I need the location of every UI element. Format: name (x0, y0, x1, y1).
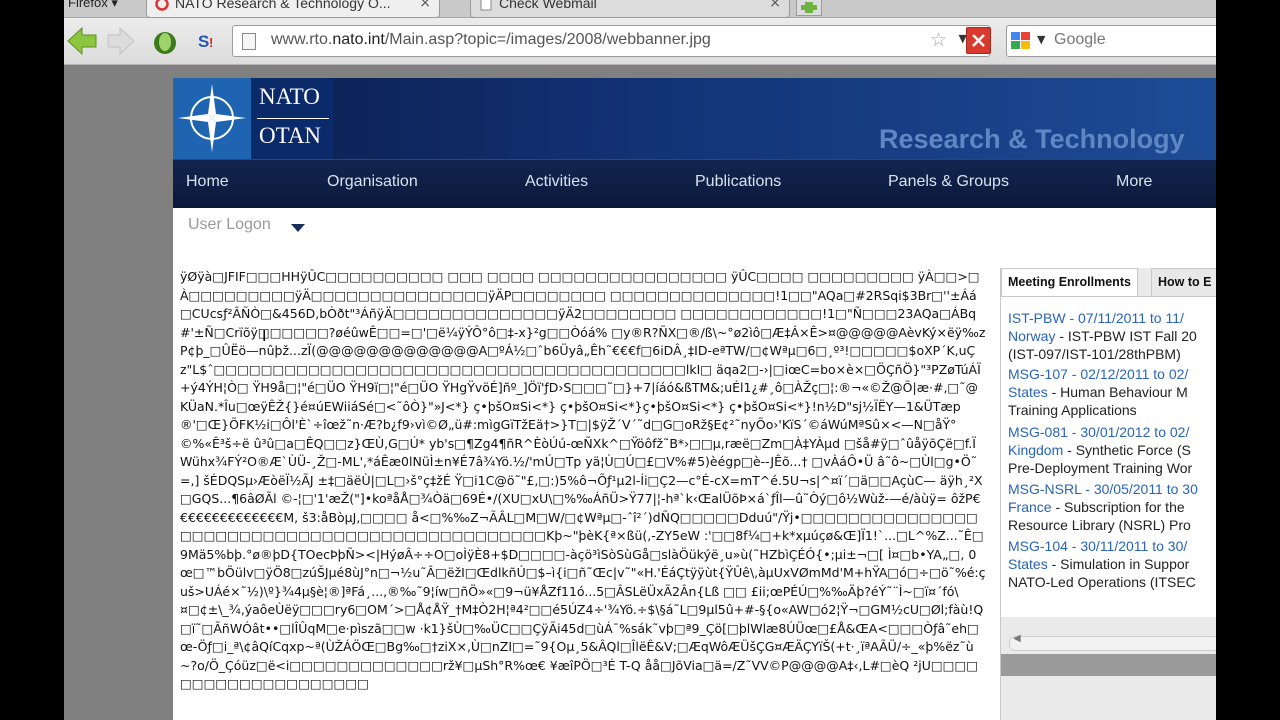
logo-nato-text: NATO (259, 84, 320, 109)
meeting-link[interactable]: MSG-081 - 30/01/2012 to 02/ (1008, 424, 1189, 440)
main-nav: Home Organisation Activities Publication… (173, 159, 1216, 208)
meeting-desc-cont: NATO-Led Operations (ITSEC (1008, 574, 1196, 590)
meeting-link[interactable]: MSG-107 - 02/12/2011 to 02/ (1008, 366, 1188, 382)
firefox-menu-button[interactable]: Firefox ▾ (68, 0, 118, 11)
nav-more[interactable]: More (1116, 173, 1152, 191)
bookmark-star-icon[interactable]: ☆ (930, 29, 947, 51)
svg-text:!: ! (209, 35, 213, 50)
logo-divider (257, 118, 329, 119)
url-bar[interactable]: www.rto.nato.int/Main.asp?topic=/images/… (232, 25, 990, 57)
list-item: MSG-081 - 30/01/2012 to 02/ Kingdom - Sy… (1008, 423, 1192, 477)
binary-image-text: ÿØÿà□JFIF□□□HHÿÛC□□□□□□□□□□ □□□ □□□□ □□□… (180, 269, 986, 691)
meeting-desc: - IST-PBW IST Fall 20 (1055, 328, 1197, 344)
meeting-desc-cont: Pre-Deployment Training Wor (1008, 460, 1193, 476)
nav-organisation[interactable]: Organisation (327, 173, 418, 191)
meeting-desc-cont: (IST-097/IST-101/28thPBM) (1008, 346, 1181, 362)
tab-how-to[interactable]: How to E (1151, 268, 1216, 297)
panel-footer (1001, 654, 1216, 676)
tab-webmail[interactable]: Check Webmail × (470, 0, 790, 18)
stop-button[interactable] (966, 27, 991, 54)
logon-dropdown-icon[interactable] (291, 224, 305, 232)
svg-text:S: S (198, 32, 209, 51)
meeting-link[interactable]: MSG-NSRL - 30/05/2011 to 30 (1008, 481, 1198, 497)
meeting-desc-cont: Training Applications (1008, 402, 1137, 418)
url-text[interactable]: www.rto.nato.int/Main.asp?topic=/images/… (271, 31, 711, 49)
page-favicon-icon (480, 0, 492, 11)
green-leaf-addon-icon[interactable] (150, 26, 180, 56)
country-link[interactable]: Norway (1008, 328, 1055, 344)
list-item: MSG-104 - 30/11/2011 to 30/ States - Sim… (1008, 537, 1196, 591)
tab-title: NATO Research & Technology O... (175, 0, 391, 11)
nav-activities[interactable]: Activities (525, 173, 588, 191)
search-placeholder[interactable]: Google (1054, 31, 1106, 49)
nav-publications[interactable]: Publications (695, 173, 781, 191)
country-link[interactable]: States (1008, 384, 1048, 400)
nato-logo[interactable]: NATO OTAN (173, 78, 333, 159)
tab-strip: Firefox ▾ NATO Research & Technology O..… (64, 0, 1216, 18)
google-icon (1011, 32, 1030, 49)
tab-meeting-enrollments[interactable]: Meeting Enrollments (1001, 268, 1138, 296)
s-addon-icon[interactable]: S! (196, 30, 220, 52)
compass-star-icon (178, 84, 246, 152)
tab-nato[interactable]: NATO Research & Technology O... × (146, 0, 440, 18)
list-item: MSG-NSRL - 30/05/2011 to 30 France - Sub… (1008, 480, 1198, 534)
tab-title: Check Webmail (499, 0, 597, 11)
list-item: MSG-107 - 02/12/2011 to 02/ States - Hum… (1008, 365, 1188, 419)
country-link[interactable]: States (1008, 556, 1048, 572)
forward-arrow-icon[interactable] (106, 26, 136, 56)
nav-home[interactable]: Home (186, 173, 229, 191)
search-engine-dropdown-icon[interactable]: ▼ (1037, 33, 1045, 46)
plus-icon (801, 2, 817, 13)
meeting-desc-cont: Resource Library (NSRL) Pro (1008, 517, 1191, 533)
logo-otan-text: OTAN (259, 123, 322, 148)
tab-close-icon[interactable]: × (769, 0, 781, 11)
opera-style-favicon-icon (155, 0, 169, 11)
nato-star-icon (173, 78, 251, 159)
list-item: IST-PBW - 07/11/2011 to 11/ Norway - IST… (1008, 309, 1197, 363)
new-tab-button[interactable] (796, 0, 822, 16)
search-bar[interactable]: ▼ Google (1006, 25, 1216, 57)
meeting-desc: - Simulation in Suppor (1047, 556, 1190, 572)
scroll-left-icon[interactable]: ◀ (1013, 633, 1021, 644)
back-arrow-icon[interactable] (66, 26, 98, 56)
page-icon (242, 33, 256, 50)
navigation-toolbar: S! www.rto.nato.int/Main.asp?topic=/imag… (64, 18, 1216, 65)
banner-title: Research & Technology (879, 124, 1185, 154)
panel-tabs: Meeting Enrollments How to E (1001, 268, 1216, 297)
browser-window: Firefox ▾ NATO Research & Technology O..… (64, 0, 1216, 720)
site-banner: NATO OTAN Research & Technology (173, 78, 1216, 159)
tab-close-icon[interactable]: × (419, 0, 431, 11)
meeting-desc: - Human Behaviour M (1047, 384, 1188, 400)
meeting-desc: - Synthetic Force (S (1063, 442, 1191, 458)
stop-x-icon (972, 34, 985, 47)
horizontal-scrollbar[interactable]: ◀ (1009, 633, 1216, 651)
meeting-list: IST-PBW - 07/11/2011 to 11/ Norway - IST… (1001, 296, 1216, 617)
nav-panels-groups[interactable]: Panels & Groups (888, 173, 1009, 191)
user-logon-link[interactable]: User Logon (188, 216, 271, 234)
meeting-desc: - Subscription for the (1051, 499, 1185, 515)
meeting-link[interactable]: IST-PBW - 07/11/2011 to 11/ (1008, 310, 1184, 326)
text-cursor-icon: I (262, 327, 267, 345)
country-link[interactable]: Kingdom (1008, 442, 1063, 458)
meeting-link[interactable]: MSG-104 - 30/11/2011 to 30/ (1008, 538, 1187, 554)
meeting-panel: Meeting Enrollments How to E IST-PBW - 0… (1000, 268, 1216, 720)
country-link[interactable]: France (1008, 499, 1052, 515)
